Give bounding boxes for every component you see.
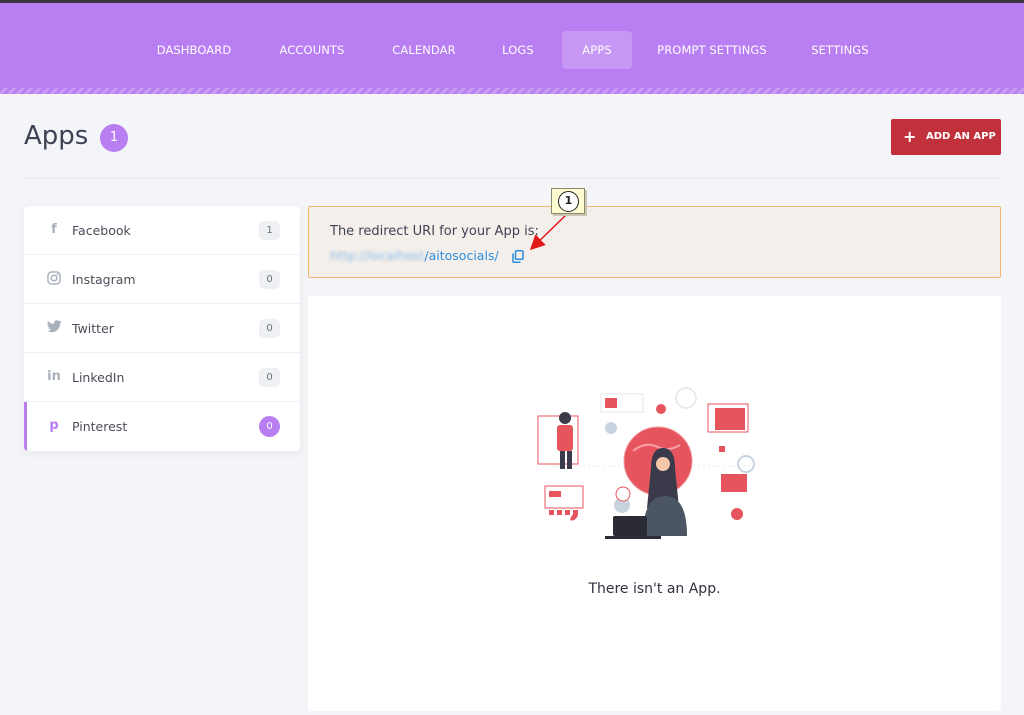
apps-count-badge: 1	[100, 124, 128, 152]
nav-settings[interactable]: SETTINGS	[800, 31, 880, 69]
sidebar-item-label: Instagram	[72, 272, 136, 287]
nav-dashboard[interactable]: DASHBOARD	[146, 31, 242, 69]
twitter-icon	[46, 320, 62, 336]
sidebar-item-label: Pinterest	[72, 419, 128, 434]
nav-calendar[interactable]: CALENDAR	[382, 31, 466, 69]
nav-prompt-settings[interactable]: PROMPT SETTINGS	[652, 31, 772, 69]
sidebar-item-linkedin[interactable]: in LinkedIn 0	[24, 353, 300, 402]
empty-state-illustration	[537, 387, 763, 539]
nav-accounts[interactable]: ACCOUNTS	[267, 31, 357, 69]
nav-apps[interactable]: APPS	[562, 31, 632, 69]
sidebar-item-twitter[interactable]: Twitter 0	[24, 304, 300, 353]
sidebar-item-pinterest[interactable]: p Pinterest 0	[24, 402, 300, 451]
facebook-icon: f	[51, 222, 57, 237]
annotation-number: 1	[558, 191, 579, 212]
sidebar-item-label: Twitter	[72, 321, 114, 336]
add-app-button-label: ADD AN APP	[926, 131, 996, 142]
navbar-zigzag-divider	[0, 88, 1024, 94]
empty-state-message: There isn't an App.	[588, 581, 721, 597]
plus-icon: +	[903, 127, 917, 146]
sidebar-item-facebook[interactable]: f Facebook 1	[24, 206, 300, 255]
sidebar-item-instagram[interactable]: Instagram 0	[24, 255, 300, 304]
add-app-button[interactable]: + ADD AN APP	[891, 119, 1001, 155]
pinterest-icon: p	[49, 418, 59, 433]
redirect-uri-host-blurred: http://localhost	[330, 248, 425, 263]
copy-icon[interactable]	[512, 248, 526, 263]
sidebar-item-count: 0	[259, 319, 280, 338]
sidebar-item-label: LinkedIn	[72, 370, 125, 385]
sidebar-item-count: 0	[259, 416, 280, 437]
redirect-uri-value[interactable]: http://localhost/aitosocials/	[330, 248, 499, 263]
nav-logs[interactable]: LOGS	[491, 31, 545, 69]
header-divider	[24, 178, 1001, 179]
empty-state-card: There isn't an App.	[308, 296, 1001, 711]
sidebar-item-count: 0	[259, 270, 280, 289]
sidebar-item-count: 1	[259, 221, 280, 240]
redirect-uri-label: The redirect URI for your App is:	[330, 224, 539, 239]
top-navbar: DASHBOARD ACCOUNTS CALENDAR LOGS APPS PR…	[0, 3, 1024, 88]
redirect-uri-notice: The redirect URI for your App is: http:/…	[308, 206, 1001, 278]
sidebar-item-label: Facebook	[72, 223, 131, 238]
annotation-callout: 1	[551, 188, 585, 214]
page-title: Apps	[24, 121, 89, 151]
redirect-uri-path: /aitosocials/	[424, 248, 499, 263]
platform-sidebar: f Facebook 1 Instagram 0 Twitter 0 in Li…	[24, 206, 300, 451]
sidebar-item-count: 0	[259, 368, 280, 387]
linkedin-icon: in	[47, 369, 61, 384]
instagram-icon	[46, 271, 62, 287]
